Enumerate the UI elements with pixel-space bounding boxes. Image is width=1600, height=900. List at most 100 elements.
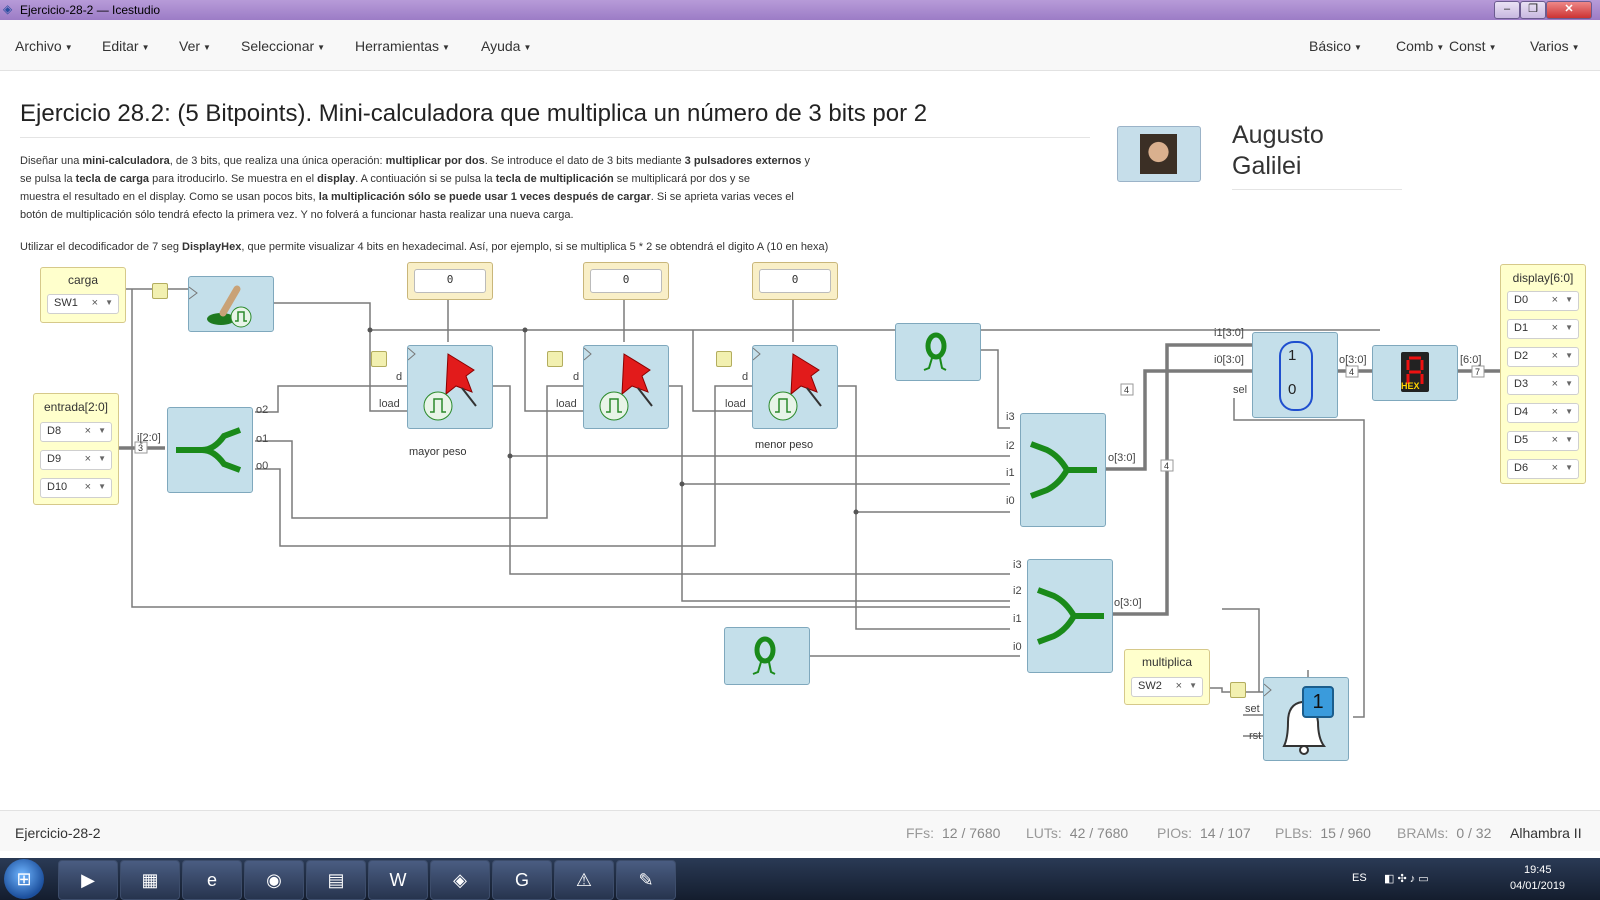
constant-display[interactable]: 0 bbox=[752, 262, 838, 300]
entrada-pin-select[interactable]: D8 × ▼ bbox=[40, 422, 112, 442]
media-player-icon[interactable]: ▶ bbox=[58, 860, 118, 900]
splitter-o2-label: o2 bbox=[256, 404, 269, 416]
display-pin-select[interactable]: D3 × ▼ bbox=[1507, 375, 1579, 395]
display-output-block[interactable]: display[6:0] D0 × ▼ D1 × ▼ D2 × ▼ D3 × ▼ D4 × ▼ D5… bbox=[1500, 264, 1586, 484]
clear-icon[interactable]: × bbox=[1552, 462, 1558, 474]
join1-i0-label: i0 bbox=[1006, 495, 1015, 507]
chrome-icon[interactable]: ◉ bbox=[244, 860, 304, 900]
tray-icons[interactable]: ◧ ✣ ♪ ▭ bbox=[1384, 872, 1429, 885]
splitter-o0-label: o0 bbox=[256, 460, 269, 472]
author-name: Augusto Galilei bbox=[1232, 121, 1324, 180]
carga-input-block[interactable]: carga SW1 × ▼ bbox=[40, 267, 126, 323]
clear-icon[interactable]: × bbox=[1552, 406, 1558, 418]
pin-value: D8 bbox=[47, 425, 62, 437]
constant-zero-block[interactable] bbox=[895, 323, 981, 381]
display-pin-select[interactable]: D6 × ▼ bbox=[1507, 459, 1579, 479]
constant-display[interactable]: 0 bbox=[407, 262, 493, 300]
multiplica-input-block[interactable]: multiplica SW2 × ▼ bbox=[1124, 649, 1210, 705]
clear-icon[interactable]: × bbox=[85, 453, 91, 465]
join2-i3-label: i3 bbox=[1013, 559, 1022, 571]
clear-icon[interactable]: × bbox=[92, 297, 98, 309]
menu-basico[interactable]: Básico ▼ bbox=[1309, 38, 1362, 54]
multiplica-pin-select[interactable]: SW2 × ▼ bbox=[1131, 677, 1203, 697]
display-pin-select[interactable]: D1 × ▼ bbox=[1507, 319, 1579, 339]
clock-sync-icon bbox=[547, 351, 563, 367]
carga-pin-select[interactable]: SW1 × ▼ bbox=[47, 294, 119, 314]
internet-explorer-icon[interactable]: e bbox=[182, 860, 242, 900]
clear-icon[interactable]: × bbox=[85, 481, 91, 493]
close-button[interactable]: ✕ bbox=[1546, 1, 1592, 19]
caret-down-icon: ▼ bbox=[203, 42, 211, 52]
joiner-block-2[interactable] bbox=[1027, 559, 1113, 673]
board-name[interactable]: Alhambra II bbox=[1510, 825, 1582, 841]
clear-icon[interactable]: × bbox=[1552, 322, 1558, 334]
caret-down-icon: ▼ bbox=[1189, 681, 1197, 690]
clock-date[interactable]: 04/01/2019 bbox=[1510, 880, 1565, 892]
multiplica-pin-value: SW2 bbox=[1138, 680, 1162, 692]
entrada-input-block[interactable]: entrada[2:0] D8 × ▼ D9 × ▼ D10 × ▼ bbox=[33, 393, 119, 505]
menu-herramientas[interactable]: Herramientas ▼ bbox=[355, 38, 450, 54]
hex-tag: HEX bbox=[1401, 381, 1420, 391]
splitter-block[interactable] bbox=[167, 407, 253, 493]
menu-ayuda[interactable]: Ayuda ▼ bbox=[481, 38, 531, 54]
menu-const[interactable]: Const ▼ bbox=[1449, 38, 1497, 54]
register-d-label: d bbox=[742, 371, 749, 383]
menu-ver[interactable]: Ver ▼ bbox=[179, 38, 211, 54]
circuit-canvas[interactable]: 3 4 4 4 7 carga SW1 × ▼ entrada[2:0] D8 × ▼ … bbox=[0, 260, 1600, 810]
register-block[interactable] bbox=[752, 345, 838, 429]
icestudio-taskbar-icon[interactable]: ◈ bbox=[430, 860, 490, 900]
minimize-button[interactable]: – bbox=[1494, 1, 1520, 19]
clear-icon[interactable]: × bbox=[85, 425, 91, 437]
register-block[interactable] bbox=[583, 345, 669, 429]
calculator-icon[interactable]: ▦ bbox=[120, 860, 180, 900]
join1-out-label: o[3:0] bbox=[1108, 452, 1136, 464]
word-icon[interactable]: W bbox=[368, 860, 428, 900]
mux-block[interactable]: 1 0 bbox=[1252, 332, 1338, 418]
ff-rst-label: rst bbox=[1249, 730, 1262, 742]
maximize-button[interactable]: ❐ bbox=[1520, 1, 1546, 19]
mux-out-label: o[3:0] bbox=[1339, 354, 1367, 366]
display-pin-select[interactable]: D0 × ▼ bbox=[1507, 291, 1579, 311]
button-debouncer-block[interactable] bbox=[188, 276, 274, 332]
clear-icon[interactable]: × bbox=[1552, 434, 1558, 446]
warning-icon[interactable]: ⚠ bbox=[554, 860, 614, 900]
splitter-in-label: i[2:0] bbox=[137, 432, 161, 444]
hex-decoder-block[interactable]: HEX bbox=[1372, 345, 1458, 401]
rs-flipflop-block[interactable]: 1 bbox=[1263, 677, 1349, 761]
clock-sync-icon bbox=[152, 283, 168, 299]
menubar: Archivo ▼ Editar ▼ Ver ▼ Seleccionar ▼ Herra… bbox=[0, 20, 1600, 71]
paint-icon[interactable]: ✎ bbox=[616, 860, 676, 900]
exercise-heading: Ejercicio 28.2: (5 Bitpoints). Mini-calc… bbox=[20, 100, 928, 127]
menu-editar[interactable]: Editar ▼ bbox=[102, 38, 150, 54]
display-pin-select[interactable]: D5 × ▼ bbox=[1507, 431, 1579, 451]
menu-comb[interactable]: Comb ▼ bbox=[1396, 38, 1444, 54]
menu-archivo[interactable]: Archivo ▼ bbox=[15, 38, 73, 54]
register-block[interactable] bbox=[407, 345, 493, 429]
file-explorer-icon[interactable]: ▤ bbox=[306, 860, 366, 900]
entrada-pin-select[interactable]: D9 × ▼ bbox=[40, 450, 112, 470]
clear-icon[interactable]: × bbox=[1176, 680, 1182, 692]
language-indicator[interactable]: ES bbox=[1352, 872, 1367, 884]
pushbutton-icon bbox=[188, 285, 252, 328]
menu-varios[interactable]: Varios ▼ bbox=[1530, 38, 1580, 54]
clear-icon[interactable]: × bbox=[1552, 294, 1558, 306]
join2-i0-label: i0 bbox=[1013, 641, 1022, 653]
clear-icon[interactable]: × bbox=[1552, 378, 1558, 390]
bus-width-join-b: 4 bbox=[1164, 461, 1169, 471]
entrada-pin-select[interactable]: D10 × ▼ bbox=[40, 478, 112, 498]
wires-layer: 3 4 4 4 7 bbox=[118, 288, 1500, 737]
pdf-icon[interactable]: G bbox=[492, 860, 552, 900]
caret-down-icon: ▼ bbox=[64, 42, 73, 52]
splitter-o1-label: o1 bbox=[256, 433, 269, 445]
caret-down-icon: ▼ bbox=[98, 454, 106, 463]
menu-seleccionar[interactable]: Seleccionar ▼ bbox=[241, 38, 325, 54]
mux-i0-label: i0[3:0] bbox=[1214, 354, 1244, 366]
start-button[interactable]: ⊞ bbox=[4, 859, 44, 899]
display-pin-select[interactable]: D4 × ▼ bbox=[1507, 403, 1579, 423]
clear-icon[interactable]: × bbox=[1552, 350, 1558, 362]
clock-time[interactable]: 19:45 bbox=[1524, 864, 1552, 876]
joiner-block-1[interactable] bbox=[1020, 413, 1106, 527]
constant-zero-block[interactable] bbox=[724, 627, 810, 685]
display-pin-select[interactable]: D2 × ▼ bbox=[1507, 347, 1579, 367]
constant-display[interactable]: 0 bbox=[583, 262, 669, 300]
